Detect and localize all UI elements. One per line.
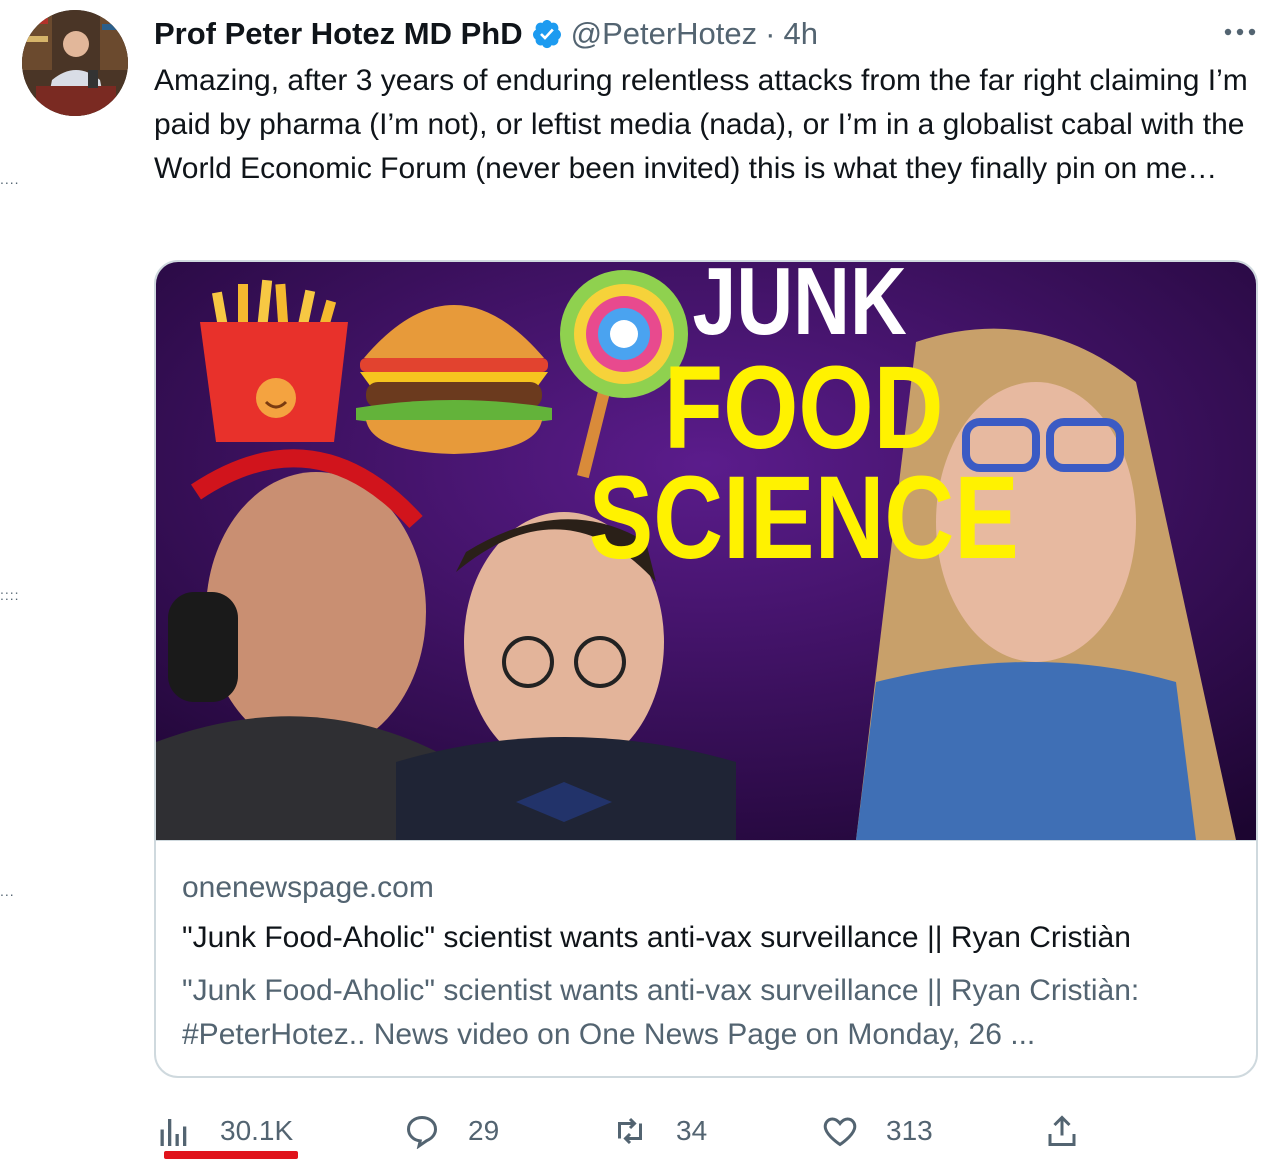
avatar[interactable] [22,10,128,116]
like-count: 313 [886,1115,933,1146]
views-button[interactable]: 30.1K [156,1106,293,1156]
tweet-header: Prof Peter Hotez MD PhD @PeterHotez · 4h [154,14,818,54]
reply-icon [406,1115,438,1149]
avatar-image [22,10,128,116]
tweet-text: Amazing, after 3 years of enduring relen… [154,64,1248,185]
author-handle[interactable]: @PeterHotez [571,16,758,52]
author-name[interactable]: Prof Peter Hotez MD PhD [154,16,523,52]
retweet-button[interactable]: 34 [612,1106,707,1156]
views-count: 30.1K [220,1115,294,1146]
retweet-count: 34 [676,1115,708,1146]
heart-icon [823,1117,857,1147]
timestamp[interactable]: 4h [783,16,817,52]
more-icon[interactable] [1222,14,1258,50]
retweet-icon [618,1117,642,1145]
edge-dots: ... [0,883,15,899]
action-bar: 30.1K 29 34 313 [156,1106,1266,1156]
card-body: onenewspage.com "Junk Food-Aholic" scien… [156,840,1256,1076]
link-card[interactable]: JUNK FOOD SCIENCE onenewspage.com "Junk … [154,260,1258,1078]
verified-badge-icon [532,20,561,49]
card-title: "Junk Food-Aholic" scientist wants anti-… [182,921,1131,954]
bar-chart-icon [160,1119,187,1146]
share-icon [1048,1115,1076,1146]
share-button[interactable] [1044,1106,1108,1156]
card-thumbnail: JUNK FOOD SCIENCE [156,262,1256,840]
reply-count: 29 [468,1115,500,1146]
views-highlight-underline [164,1151,298,1159]
card-domain: onenewspage.com [182,871,434,904]
like-button[interactable]: 313 [822,1106,933,1156]
card-description: "Junk Food-Aholic" scientist wants anti-… [182,974,1140,1051]
reply-button[interactable]: 29 [404,1106,499,1156]
headline-science: SCIENCE [589,451,1019,583]
edge-dots: :::: [0,587,20,603]
edge-dots: .... [0,171,20,187]
separator-dot: · [765,16,776,51]
